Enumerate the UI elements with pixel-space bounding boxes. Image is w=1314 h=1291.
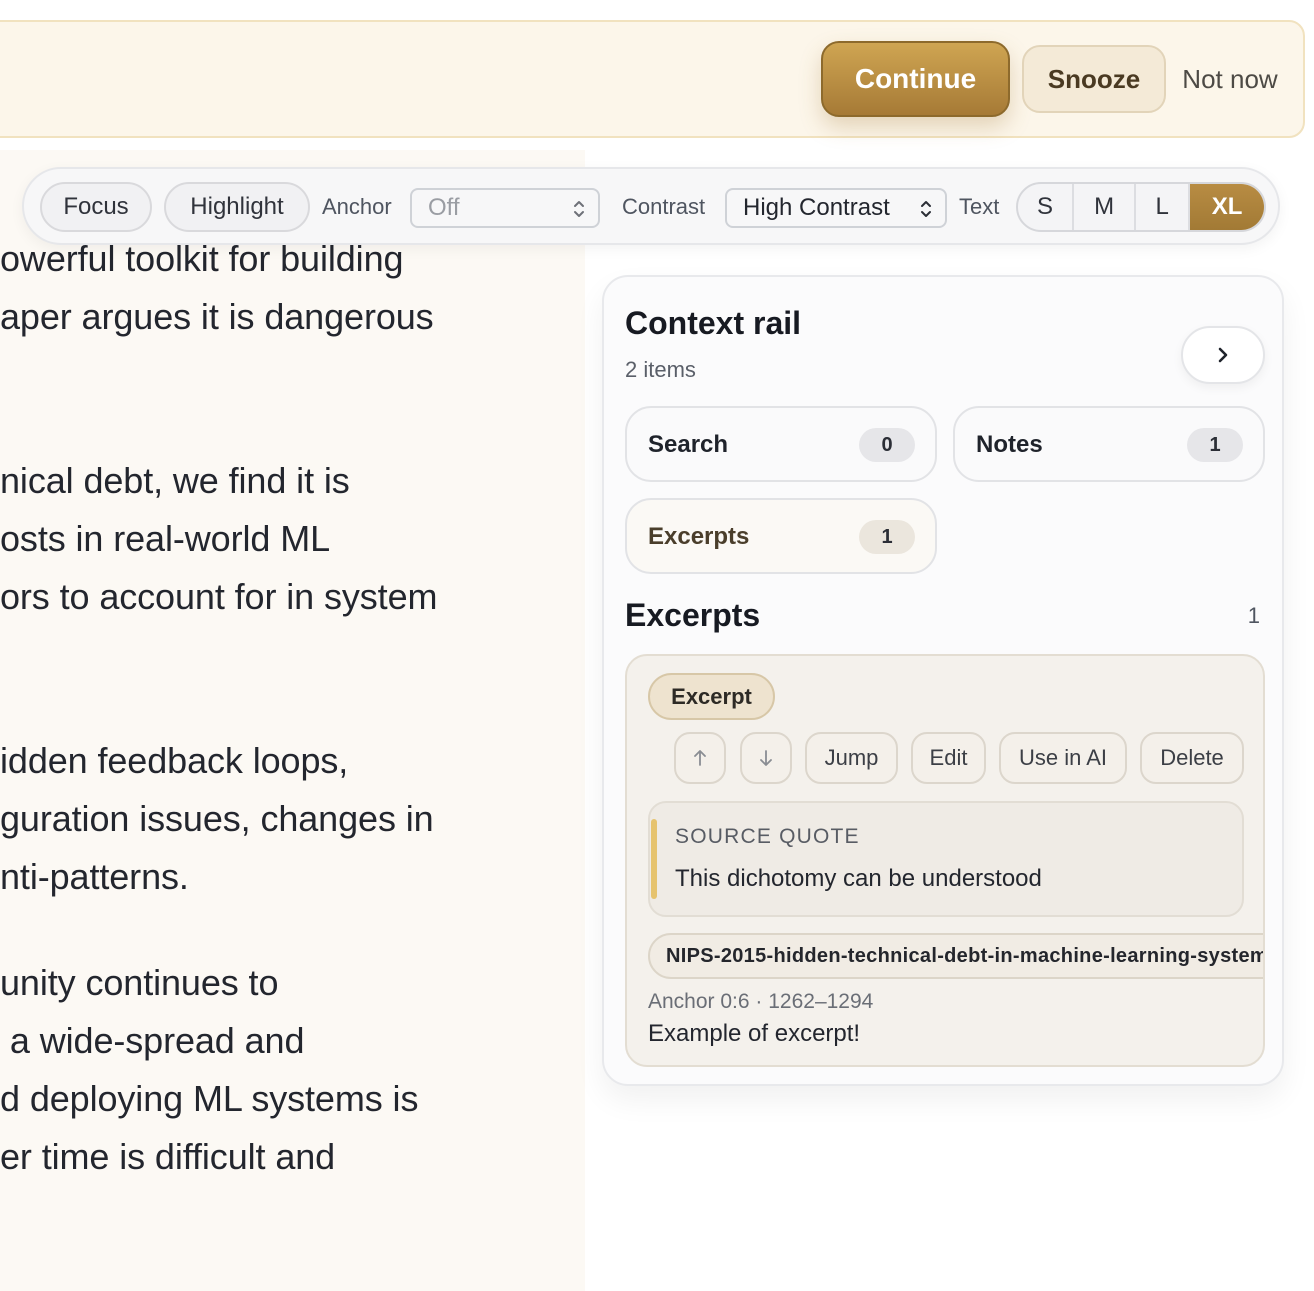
source-quote-label: SOURCE QUOTE: [675, 825, 860, 848]
jump-button[interactable]: Jump: [805, 732, 898, 784]
snooze-button[interactable]: Snooze: [1022, 45, 1166, 113]
reader-line: nical debt, we find it is: [0, 460, 350, 501]
text-size-m[interactable]: M: [1074, 184, 1137, 230]
reader-line: nti-patterns.: [0, 856, 189, 897]
text-size-s[interactable]: S: [1018, 184, 1075, 230]
reader-line: ors to account for in system: [0, 576, 438, 617]
use-in-ai-button[interactable]: Use in AI: [999, 732, 1127, 784]
reader-line: aper argues it is dangerous: [0, 296, 434, 337]
move-down-button[interactable]: [740, 732, 792, 784]
contrast-label: Contrast: [622, 194, 706, 219]
excerpt-tag: Excerpt: [648, 673, 775, 720]
edit-button[interactable]: Edit: [911, 732, 986, 784]
text-size-l[interactable]: L: [1136, 184, 1191, 230]
arrow-up-icon: [694, 750, 706, 766]
rail-tab-label: Search: [648, 431, 729, 458]
excerpt-card: Excerpt Jump Edit Use in AI Delete SOURC…: [625, 654, 1265, 1067]
highlight-button[interactable]: Highlight: [164, 182, 310, 232]
context-rail: Context rail 2 items Search 0 Notes 1 Ex…: [602, 275, 1284, 1086]
rail-title: Context rail: [625, 305, 802, 341]
reader-line: d deploying ML systems is: [0, 1078, 419, 1119]
reader-line: er time is difficult and: [0, 1136, 336, 1177]
reader-line: a wide-spread and: [0, 1020, 305, 1061]
excerpt-note: Example of excerpt!: [648, 1020, 861, 1047]
focus-button[interactable]: Focus: [40, 182, 152, 232]
reader-line: unity continues to: [0, 962, 279, 1003]
reading-pane: owerful toolkit for building aper argues…: [0, 150, 585, 1291]
reader-line: idden feedback loops,: [0, 740, 349, 781]
excerpts-section-count: 1: [1247, 603, 1260, 628]
source-quote-text: This dichotomy can be understood: [675, 865, 1042, 892]
count-badge: 1: [859, 520, 915, 554]
anchor-select[interactable]: Off: [410, 188, 600, 228]
rail-tab-label: Notes: [976, 431, 1043, 458]
count-badge: 0: [859, 428, 915, 462]
reader-line: osts in real-world ML: [0, 518, 331, 559]
text-size-label: Text: [959, 194, 1000, 219]
reader-line: guration issues, changes in: [0, 798, 434, 839]
anchor-label: Anchor: [322, 194, 392, 219]
rail-collapse-button[interactable]: [1181, 326, 1265, 384]
move-up-button[interactable]: [674, 732, 726, 784]
not-now-button[interactable]: Not now: [1176, 60, 1284, 98]
contrast-select[interactable]: High Contrast: [725, 188, 947, 228]
anchor-select-value: Off: [428, 194, 460, 221]
quote-accent-bar: [651, 819, 657, 899]
rail-tab-label: Excerpts: [648, 523, 750, 550]
rail-tab-notes[interactable]: Notes 1: [953, 406, 1265, 482]
updown-chevron-icon: [921, 201, 931, 217]
excerpts-section-title: Excerpts: [625, 597, 761, 633]
rail-item-count: 2 items: [625, 357, 696, 382]
anchor-meta: Anchor 0:6 · 1262–1294: [648, 990, 874, 1013]
reader-toolbar: Focus Highlight Anchor Off Contrast High…: [22, 167, 1280, 245]
text-size-segmented: S M L XL: [1016, 182, 1266, 232]
arrow-down-icon: [760, 750, 772, 766]
text-size-xl[interactable]: XL: [1190, 184, 1264, 230]
source-document-chip[interactable]: NIPS-2015-hidden-technical-debt-in-machi…: [648, 933, 1263, 979]
continue-button[interactable]: Continue: [821, 41, 1010, 117]
count-badge: 1: [1187, 428, 1243, 462]
delete-button[interactable]: Delete: [1140, 732, 1244, 784]
contrast-select-value: High Contrast: [743, 194, 890, 221]
updown-chevron-icon: [574, 201, 584, 217]
source-quote: SOURCE QUOTE This dichotomy can be under…: [648, 801, 1244, 917]
rail-tab-excerpts[interactable]: Excerpts 1: [625, 498, 937, 574]
chevron-right-icon: [1218, 347, 1228, 363]
rail-tab-search[interactable]: Search 0: [625, 406, 937, 482]
